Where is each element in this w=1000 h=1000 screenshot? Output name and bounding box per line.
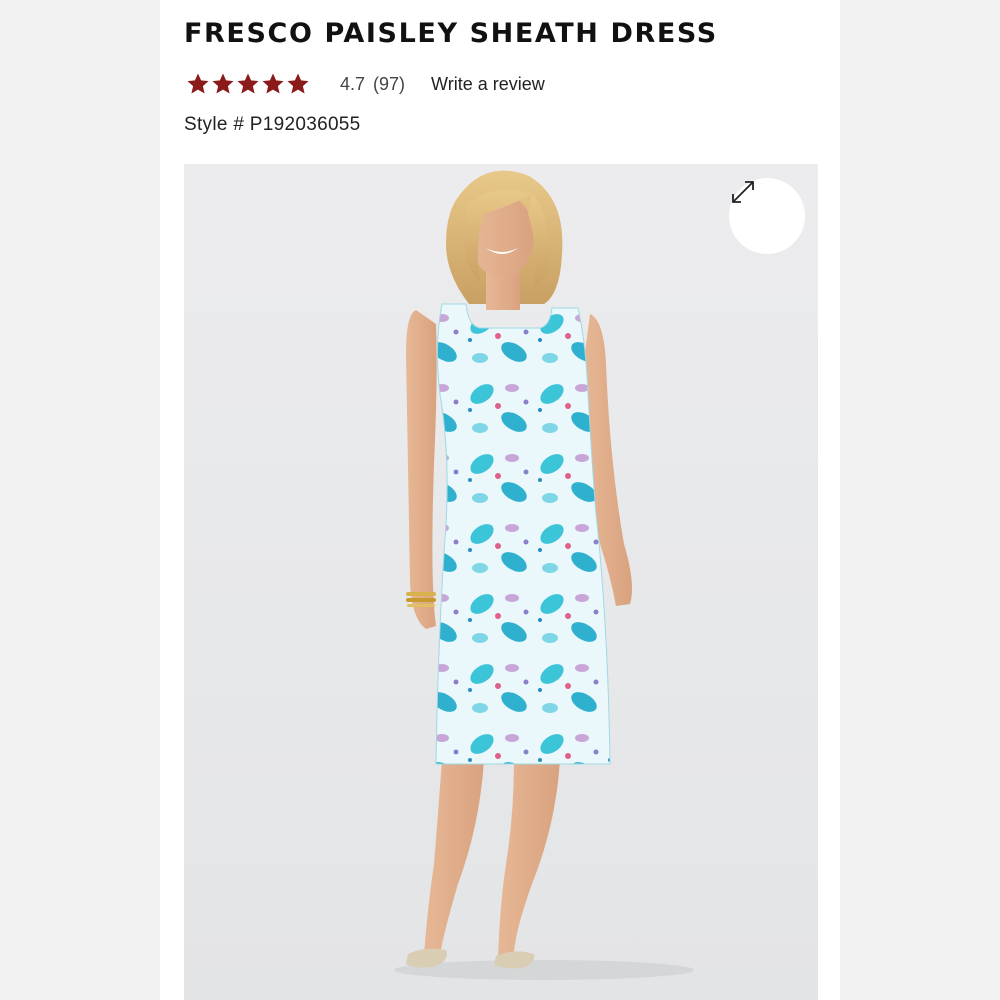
- star-icon: [262, 73, 284, 94]
- expand-arrows-icon: [732, 181, 754, 203]
- rating-count[interactable]: (97): [373, 74, 405, 95]
- product-image[interactable]: [184, 164, 818, 1000]
- rating-row: 4.7 (97) Write a review: [186, 70, 545, 98]
- star-icon: [212, 73, 234, 94]
- rating-stars[interactable]: [186, 72, 310, 96]
- model-illustration: [394, 170, 694, 980]
- star-icon: [237, 73, 259, 94]
- star-icon: [187, 73, 209, 94]
- write-review-link[interactable]: Write a review: [431, 74, 545, 95]
- star-partial-icon: [287, 73, 309, 94]
- product-title: FRESCO PAISLEY SHEATH DRESS: [184, 18, 718, 49]
- expand-image-button[interactable]: [729, 178, 805, 254]
- product-page: FRESCO PAISLEY SHEATH DRESS 4.7 (97) Wri…: [160, 0, 840, 1000]
- style-number: Style # P192036055: [184, 114, 361, 135]
- rating-value: 4.7: [340, 73, 366, 94]
